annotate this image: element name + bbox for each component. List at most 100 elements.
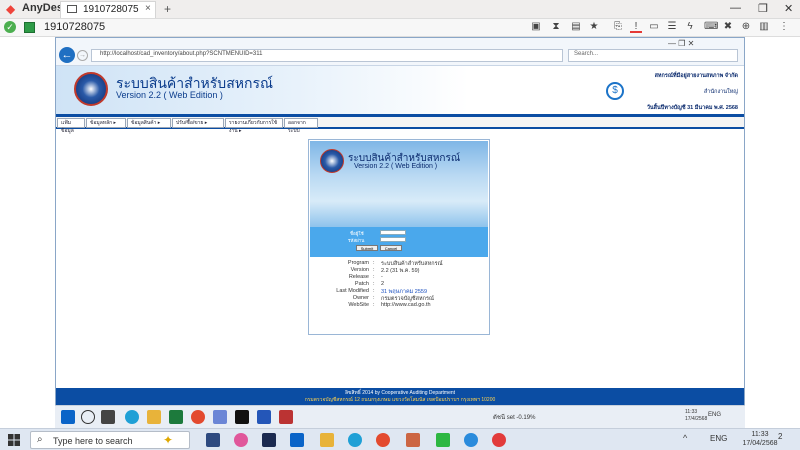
new-tab-button[interactable]: +: [164, 2, 171, 16]
submit-button[interactable]: Submit: [356, 245, 378, 251]
recording-icon[interactable]: ▥: [758, 21, 770, 33]
username-label: ชื่อผู้ใช้: [350, 231, 364, 236]
close-window-button[interactable]: ✕: [784, 2, 793, 15]
outlook-icon[interactable]: [290, 433, 304, 447]
more-menu-icon[interactable]: ⋮: [778, 21, 790, 33]
info-key: Patch: [354, 281, 369, 287]
login-banner-image: ระบบสินค้าสำหรับสหกรณ์ Version 2.2 ( Web…: [310, 141, 488, 227]
file-explorer-icon[interactable]: [320, 433, 334, 447]
info-key: Version: [350, 267, 369, 273]
remote-browser-window: — ❐ ✕ ← → http://localhost/cad_inventory…: [55, 37, 745, 405]
main-menu: แฟ้มข้อมูล ข้อมูลหลัก ▸ ข้อมูลสินค้า ▸ ป…: [56, 117, 744, 134]
local-taskbar: ⌕ Type here to search ✦ ^ ENG 11:33 17/0…: [0, 428, 800, 450]
close-tab-icon[interactable]: ×: [145, 3, 151, 14]
file-transfer-icon[interactable]: ⎘: [612, 21, 624, 33]
info-separator: :: [373, 260, 375, 266]
edge-icon[interactable]: [125, 410, 139, 424]
comment-icon[interactable]: ☰: [666, 21, 678, 33]
star-icon[interactable]: ★: [588, 21, 600, 33]
info-key: Program: [347, 260, 369, 266]
menu-logout[interactable]: ออกจากระบบ: [284, 118, 318, 134]
chrome-icon[interactable]: [191, 410, 205, 424]
chat-icon[interactable]: ▣: [530, 21, 542, 33]
local-language[interactable]: ENG: [710, 434, 727, 443]
telegram-icon[interactable]: [464, 433, 478, 447]
connection-ok-icon: ✓: [4, 21, 16, 33]
windows-start-icon[interactable]: [61, 410, 75, 424]
menu-adjust-buy-sell[interactable]: ปรับ/ซื้อ/ขาย ▸: [172, 118, 224, 128]
remote-clock: 11:33 17/4/2568: [685, 409, 708, 422]
website-link[interactable]: http://www.cad.go.th: [381, 302, 431, 308]
info-separator: :: [373, 295, 375, 301]
monitor-icon: [67, 5, 77, 13]
notification-icon[interactable]: 2: [778, 432, 794, 448]
clock-time: 11:33: [751, 431, 769, 438]
app-icon[interactable]: [406, 433, 420, 447]
task-view-icon[interactable]: [101, 410, 115, 424]
word-icon[interactable]: [257, 410, 271, 424]
line-icon[interactable]: [436, 433, 450, 447]
terminal-icon[interactable]: [235, 410, 249, 424]
anydesk-icon[interactable]: [492, 433, 506, 447]
forward-button[interactable]: →: [77, 50, 88, 61]
taskbar-search-input[interactable]: ⌕ Type here to search ✦: [30, 431, 190, 449]
task-view-icon[interactable]: [206, 433, 220, 447]
password-label: รหัสผ่าน: [348, 238, 365, 243]
windows-start-icon[interactable]: [8, 434, 20, 446]
app-logo: [74, 72, 108, 106]
local-clock[interactable]: 11:33 17/04/2568: [738, 430, 782, 448]
info-key: Release: [348, 274, 369, 280]
maximize-button[interactable]: ❐: [758, 2, 768, 15]
app-banner: ระบบสินค้าสำหรับสหกรณ์ Version 2.2 ( Web…: [56, 66, 744, 114]
back-button[interactable]: ←: [59, 47, 75, 63]
monitor-icon[interactable]: ▭: [648, 21, 660, 33]
menu-reports[interactable]: รายงานเกี่ยวกับการใช้งาน ▸: [225, 118, 283, 134]
chrome-icon[interactable]: [376, 433, 390, 447]
info-value: 2: [381, 281, 385, 287]
password-input[interactable]: [380, 237, 406, 242]
session-id: 1910728075: [44, 21, 106, 33]
browser-search-input[interactable]: Search...: [568, 49, 738, 62]
minimize-button[interactable]: —: [730, 2, 741, 14]
login-panel: ระบบสินค้าสำหรับสหกรณ์ Version 2.2 ( Web…: [308, 139, 490, 335]
display-icon[interactable]: ▤: [570, 21, 582, 33]
hourglass-icon[interactable]: ⧗: [550, 21, 562, 33]
login-version: Version 2.2 ( Web Edition ): [354, 163, 438, 170]
actions-icon[interactable]: !: [630, 21, 642, 33]
menu-master-data[interactable]: ข้อมูลหลัก ▸: [86, 118, 126, 128]
branch-name: สำนักงานใหญ่: [703, 89, 738, 95]
info-key: Last Modified: [336, 288, 369, 294]
search-icon[interactable]: [81, 410, 95, 424]
browser-window-controls[interactable]: — ❐ ✕: [668, 39, 694, 48]
lightning-icon[interactable]: ϟ: [684, 21, 696, 33]
anydesk-logo-icon: ◆: [6, 2, 16, 16]
app-icon[interactable]: [234, 433, 248, 447]
remote-taskbar: ดัชนี set -0.19% 11:33 17/4/2568 ENG: [55, 405, 745, 428]
login-form: ชื่อผู้ใช้ รหัสผ่าน Submit Cancel: [310, 227, 488, 257]
add-icon[interactable]: ⊕: [740, 21, 752, 33]
edge-icon[interactable]: [348, 433, 362, 447]
app-icon[interactable]: [213, 410, 227, 424]
tray-chevron-icon[interactable]: ^: [683, 433, 687, 443]
pdf-icon[interactable]: [279, 410, 293, 424]
anydesk-titlebar: ◆ AnyDesk 1910728075 × + — ❐ ✕: [0, 0, 800, 19]
photoshop-icon[interactable]: [262, 433, 276, 447]
coop-logo-icon: $: [606, 82, 624, 100]
menu-product-data[interactable]: ข้อมูลสินค้า ▸: [127, 118, 171, 128]
address-text: http://localhost/cad_inventory/about.php…: [100, 51, 263, 57]
web-page: ระบบสินค้าสำหรับสหกรณ์ Version 2.2 ( Web…: [56, 66, 744, 405]
close-session-icon[interactable]: ✖: [722, 21, 734, 33]
footer-address: กรมตรวจบัญชีสหกรณ์ 12 ถนนกรุงเกษม แขวงวั…: [304, 397, 496, 403]
keyboard-icon[interactable]: ⌨: [704, 21, 718, 33]
org-name: สหกรณ์ที่มีอยู่สายงานสหภาพ จำกัด: [654, 73, 738, 79]
username-input[interactable]: [380, 230, 406, 235]
file-explorer-icon[interactable]: [147, 410, 161, 424]
cancel-button[interactable]: Cancel: [380, 245, 402, 251]
menu-file[interactable]: แฟ้มข้อมูล: [57, 118, 85, 134]
address-bar[interactable]: http://localhost/cad_inventory/about.php…: [91, 49, 563, 62]
fiscal-date: วันสิ้นปีทางบัญชี 31 มีนาคม พ.ศ. 2568: [646, 105, 738, 111]
excel-icon[interactable]: [169, 410, 183, 424]
session-tab[interactable]: 1910728075 ×: [60, 1, 156, 18]
market-ticker: ดัชนี set -0.19%: [493, 415, 536, 421]
remote-language[interactable]: ENG: [708, 412, 721, 418]
